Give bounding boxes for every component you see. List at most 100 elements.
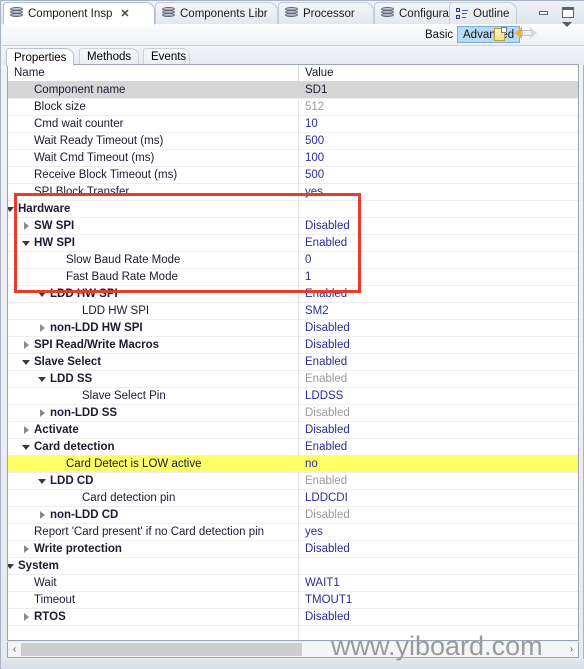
property-value[interactable]: 500 — [299, 167, 578, 183]
view-menu-button[interactable] — [562, 22, 580, 43]
table-row[interactable]: System — [8, 558, 578, 575]
tab-components-libr[interactable]: Components Libr — [155, 2, 278, 24]
scroll-left-arrow-icon[interactable]: ‹ — [8, 642, 21, 656]
table-row[interactable]: Cmd wait counter 10 — [8, 116, 578, 133]
property-value[interactable]: 100 — [299, 150, 578, 166]
outline-icon — [456, 7, 469, 20]
property-value[interactable]: 10 — [299, 116, 578, 132]
properties-table-header: Name Value — [8, 65, 578, 82]
property-name: SPI Block Transfer — [34, 186, 130, 198]
table-row[interactable]: HW SPI Enabled — [8, 235, 578, 252]
column-header-value[interactable]: Value — [299, 65, 578, 81]
property-value[interactable]: SM2 — [299, 303, 578, 319]
table-row[interactable]: LDD HW SPI Enabled — [8, 286, 578, 303]
property-value[interactable]: Enabled — [299, 439, 578, 455]
table-row[interactable]: LDD CD Enabled — [8, 473, 578, 490]
property-value[interactable]: WAIT1 — [299, 575, 578, 591]
subtab-properties[interactable]: Properties — [6, 48, 74, 66]
table-row[interactable]: Wait WAIT1 — [8, 575, 578, 592]
property-value[interactable]: Disabled — [299, 337, 578, 353]
property-value[interactable]: TMOUT1 — [299, 592, 578, 608]
property-value[interactable]: Disabled — [299, 541, 578, 557]
table-row[interactable]: SPI Block Transfer yes — [8, 184, 578, 201]
property-value[interactable]: Enabled — [299, 235, 578, 251]
inspector-subtab-bar: Properties Methods Events — [2, 46, 584, 66]
property-value[interactable]: Enabled — [299, 286, 578, 302]
table-row[interactable]: Card detection Enabled — [8, 439, 578, 456]
table-row[interactable]: LDD SS Enabled — [8, 371, 578, 388]
subtab-events[interactable]: Events — [143, 48, 190, 65]
table-row[interactable]: Wait Ready Timeout (ms) 500 — [8, 133, 578, 150]
table-row[interactable]: Wait Cmd Timeout (ms) 100 — [8, 150, 578, 167]
subtab-methods[interactable]: Methods — [79, 48, 139, 65]
property-value[interactable] — [299, 558, 578, 574]
properties-table-body: Component name SD1 Block size 512 Cmd wait c… — [8, 82, 578, 626]
property-value[interactable]: yes — [299, 524, 578, 540]
table-row[interactable]: Write protection Disabled — [8, 541, 578, 558]
component-inspector-window: Component Insp ✕ Components Libr Processor C… — [0, 0, 584, 669]
table-row[interactable]: Report 'Card present' if no Card detecti… — [8, 524, 578, 541]
forward-button[interactable] — [537, 27, 555, 43]
tab-outline[interactable]: Outline — [449, 2, 517, 24]
property-value[interactable]: 0 — [299, 252, 578, 268]
table-row[interactable]: Slave Select Enabled — [8, 354, 578, 371]
property-name: Slow Baud Rate Mode — [66, 254, 181, 266]
property-value[interactable]: Disabled — [299, 507, 578, 523]
property-value[interactable]: 1 — [299, 269, 578, 285]
window-maximize-button[interactable] — [558, 4, 577, 21]
table-row[interactable]: Receive Block Timeout (ms) 500 — [8, 167, 578, 184]
table-row[interactable]: Hardware — [8, 201, 578, 218]
table-row[interactable]: Component name SD1 — [8, 82, 578, 99]
property-name: Card Detect is LOW active — [66, 458, 202, 470]
property-value[interactable]: SD1 — [299, 82, 578, 98]
basic-mode-button[interactable]: Basic — [420, 26, 458, 43]
property-value[interactable]: LDDSS — [299, 388, 578, 404]
table-row[interactable]: Card detection pin LDDCDI — [8, 490, 578, 507]
property-value[interactable]: Disabled — [299, 320, 578, 336]
property-name: System — [18, 560, 59, 572]
table-row[interactable]: non-LDD HW SPI Disabled — [8, 320, 578, 337]
table-row[interactable]: non-LDD SS Disabled — [8, 405, 578, 422]
table-row[interactable]: Slave Select Pin LDDSS — [8, 388, 578, 405]
property-value[interactable]: Disabled — [299, 609, 578, 625]
property-name: Report 'Card present' if no Card detecti… — [34, 526, 265, 538]
property-value[interactable]: Disabled — [299, 218, 578, 234]
new-page-button[interactable] — [494, 27, 512, 43]
tab-component-insp[interactable]: Component Insp ✕ — [3, 2, 155, 25]
table-row[interactable]: Card Detect is LOW active no — [8, 456, 578, 473]
property-value[interactable]: no — [299, 456, 578, 472]
close-icon[interactable]: ✕ — [120, 7, 129, 20]
tab-processor[interactable]: Processor — [278, 2, 374, 24]
component-icon — [9, 7, 24, 20]
property-value[interactable]: LDDCDI — [299, 490, 578, 506]
scrollbar-thumb[interactable] — [21, 643, 302, 656]
table-row[interactable]: SPI Read/Write Macros Disabled — [8, 337, 578, 354]
property-value[interactable]: Disabled — [299, 405, 578, 421]
table-row[interactable]: Fast Baud Rate Mode 1 — [8, 269, 578, 286]
table-row[interactable]: Activate Disabled — [8, 422, 578, 439]
table-row[interactable]: LDD HW SPI SM2 — [8, 303, 578, 320]
table-row[interactable]: Timeout TMOUT1 — [8, 592, 578, 609]
property-value[interactable]: 500 — [299, 133, 578, 149]
table-row[interactable]: RTOS Disabled — [8, 609, 578, 626]
table-row[interactable]: SW SPI Disabled — [8, 218, 578, 235]
property-value[interactable]: Enabled — [299, 473, 578, 489]
property-value[interactable] — [299, 201, 578, 217]
tab-label: Processor — [303, 7, 355, 20]
column-header-name[interactable]: Name — [8, 65, 299, 81]
property-name: Fast Baud Rate Mode — [66, 271, 178, 283]
table-row[interactable]: Slow Baud Rate Mode 0 — [8, 252, 578, 269]
property-name: Card detection pin — [82, 492, 176, 504]
table-row[interactable]: Block size 512 — [8, 99, 578, 116]
property-name: Slave Select Pin — [82, 390, 166, 402]
property-value[interactable]: Enabled — [299, 354, 578, 370]
property-value[interactable]: yes — [299, 184, 578, 200]
component-icon — [284, 7, 299, 20]
subtab-label: Methods — [87, 51, 132, 63]
property-value[interactable]: Enabled — [299, 371, 578, 387]
property-value[interactable]: Disabled — [299, 422, 578, 438]
table-row[interactable]: non-LDD CD Disabled — [8, 507, 578, 524]
property-value[interactable]: 512 — [299, 99, 578, 115]
window-minimize-button[interactable] — [535, 4, 554, 21]
scroll-right-arrow-icon[interactable]: › — [565, 642, 578, 656]
